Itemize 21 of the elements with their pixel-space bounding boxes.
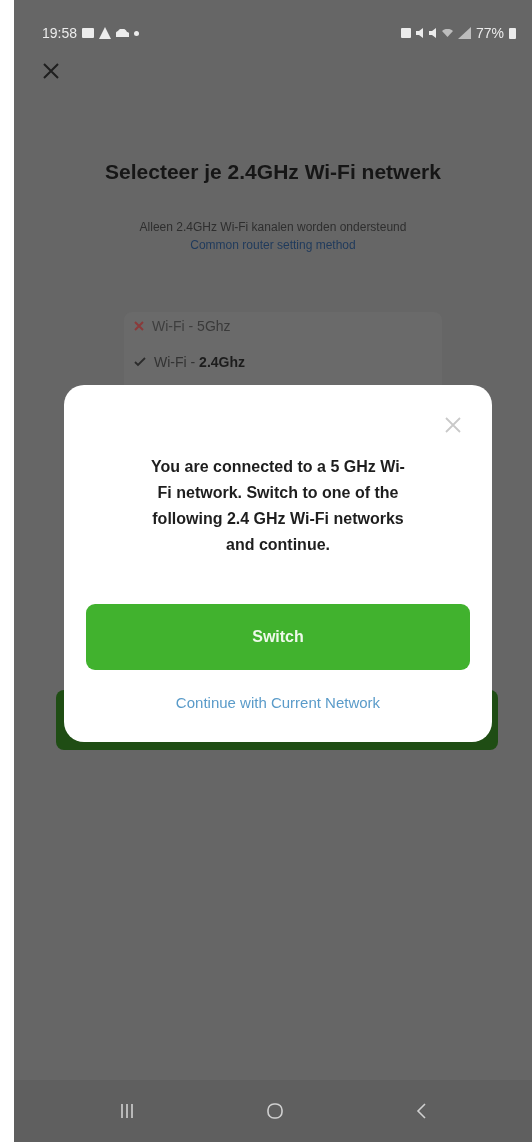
switch-button[interactable]: Switch	[86, 604, 470, 670]
home-icon[interactable]	[266, 1102, 284, 1120]
continue-link[interactable]: Continue with Current Network	[175, 694, 381, 711]
nfc-icon	[400, 28, 411, 38]
router-setting-link[interactable]: Common router setting method	[190, 238, 356, 252]
cloud-icon	[116, 29, 130, 37]
image-icon	[82, 28, 95, 38]
speaker-icon	[415, 28, 424, 38]
dialog-message: You are connected to a 5 GHz Wi-Fi network. Switch to one of the following 2.4 GHz Wi-Fi networks and continue.	[150, 457, 406, 555]
wifi-icon	[441, 29, 453, 37]
signal-icon	[457, 27, 471, 39]
status-time: 19:58	[42, 25, 78, 41]
dot-icon	[134, 30, 140, 36]
back-icon[interactable]	[414, 1102, 427, 1120]
recent-apps-icon[interactable]	[119, 1103, 136, 1119]
warning-icon	[99, 27, 112, 39]
page-subtitle: Alleen 2.4GHz Wi-Fi kanalen worden ondersteund	[138, 220, 408, 234]
battery-percentage: 77%	[475, 25, 504, 41]
battery-icon	[509, 27, 516, 39]
close-icon[interactable]	[42, 62, 60, 80]
page-title: Selecteer je 2.4GHz Wi-Fi netwerk	[104, 160, 442, 184]
